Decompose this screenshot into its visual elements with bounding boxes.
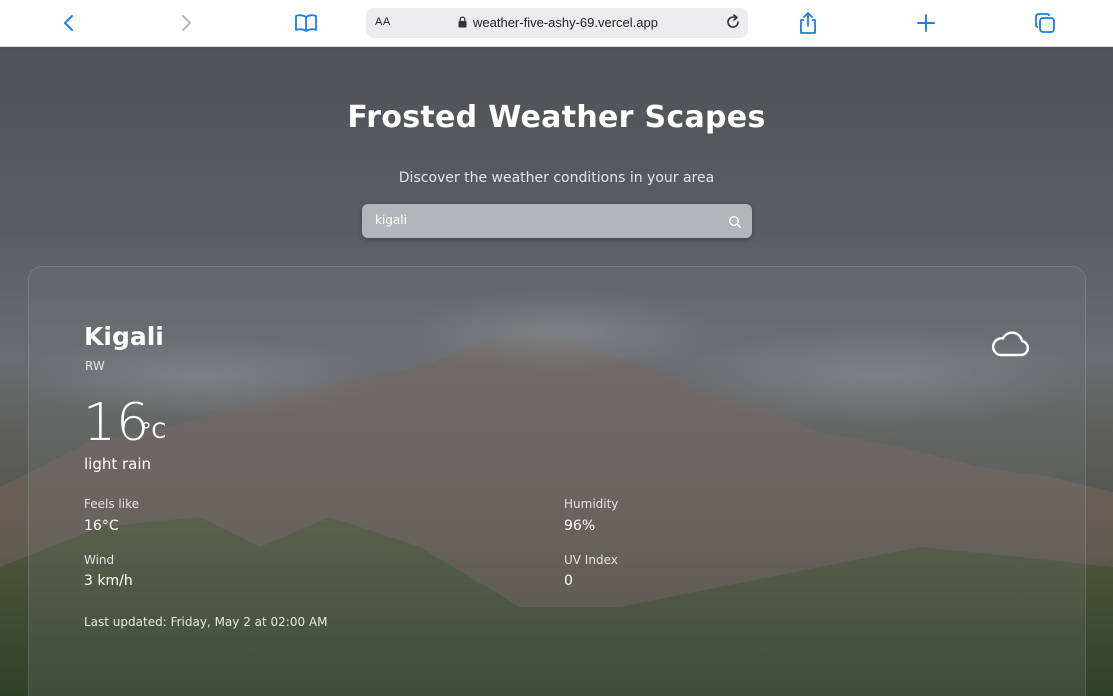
- weather-condition: light rain: [84, 455, 152, 473]
- new-tab-button[interactable]: [911, 8, 941, 38]
- forward-button[interactable]: [171, 8, 201, 38]
- page-subtitle: Discover the weather conditions in your …: [398, 170, 715, 186]
- browser-toolbar: AA weather-five-ashy-69.vercel.app: [0, 0, 1113, 47]
- search-input-value[interactable]: kigali: [375, 213, 407, 227]
- temperature-unit: °C: [141, 419, 167, 443]
- feels-like-value: 16°C: [84, 518, 119, 534]
- weather-card: Kigali RW 16 °C light rain Feels like 16…: [28, 266, 1086, 696]
- bookmarks-button[interactable]: [291, 8, 321, 38]
- lock-icon: [458, 16, 467, 28]
- tabs-button[interactable]: [1030, 8, 1060, 38]
- country-code: RW: [85, 359, 105, 373]
- uv-index-label: UV Index: [564, 553, 618, 567]
- back-button[interactable]: [54, 8, 84, 38]
- wind-value: 3 km/h: [84, 573, 133, 589]
- temperature-value: 16: [83, 393, 150, 453]
- feels-like-label: Feels like: [84, 497, 139, 511]
- humidity-label: Humidity: [564, 497, 619, 511]
- page-title: Frosted Weather Scapes: [347, 100, 766, 135]
- reader-settings-button[interactable]: AA: [375, 16, 391, 28]
- book-icon: [295, 14, 317, 32]
- last-updated-text: Last updated: Friday, May 2 at 02:00 AM: [84, 615, 328, 629]
- tabs-icon: [1035, 13, 1055, 33]
- wind-label: Wind: [84, 553, 115, 567]
- address-bar[interactable]: AA weather-five-ashy-69.vercel.app: [366, 8, 748, 38]
- share-icon: [800, 12, 816, 34]
- url-text[interactable]: weather-five-ashy-69.vercel.app: [473, 15, 658, 30]
- humidity-value: 96%: [564, 518, 596, 534]
- chevron-left-icon: [64, 15, 73, 31]
- reload-icon[interactable]: [724, 13, 742, 31]
- uv-index-value: 0: [564, 573, 573, 589]
- chevron-right-icon: [182, 15, 191, 31]
- city-name: Kigali: [84, 322, 164, 351]
- search-icon[interactable]: [728, 214, 742, 233]
- cloud-icon: [989, 327, 1031, 363]
- share-button[interactable]: [793, 8, 823, 38]
- plus-icon: [917, 14, 935, 32]
- city-search-input[interactable]: kigali: [362, 204, 752, 238]
- weather-page: Frosted Weather Scapes Discover the weat…: [0, 47, 1113, 696]
